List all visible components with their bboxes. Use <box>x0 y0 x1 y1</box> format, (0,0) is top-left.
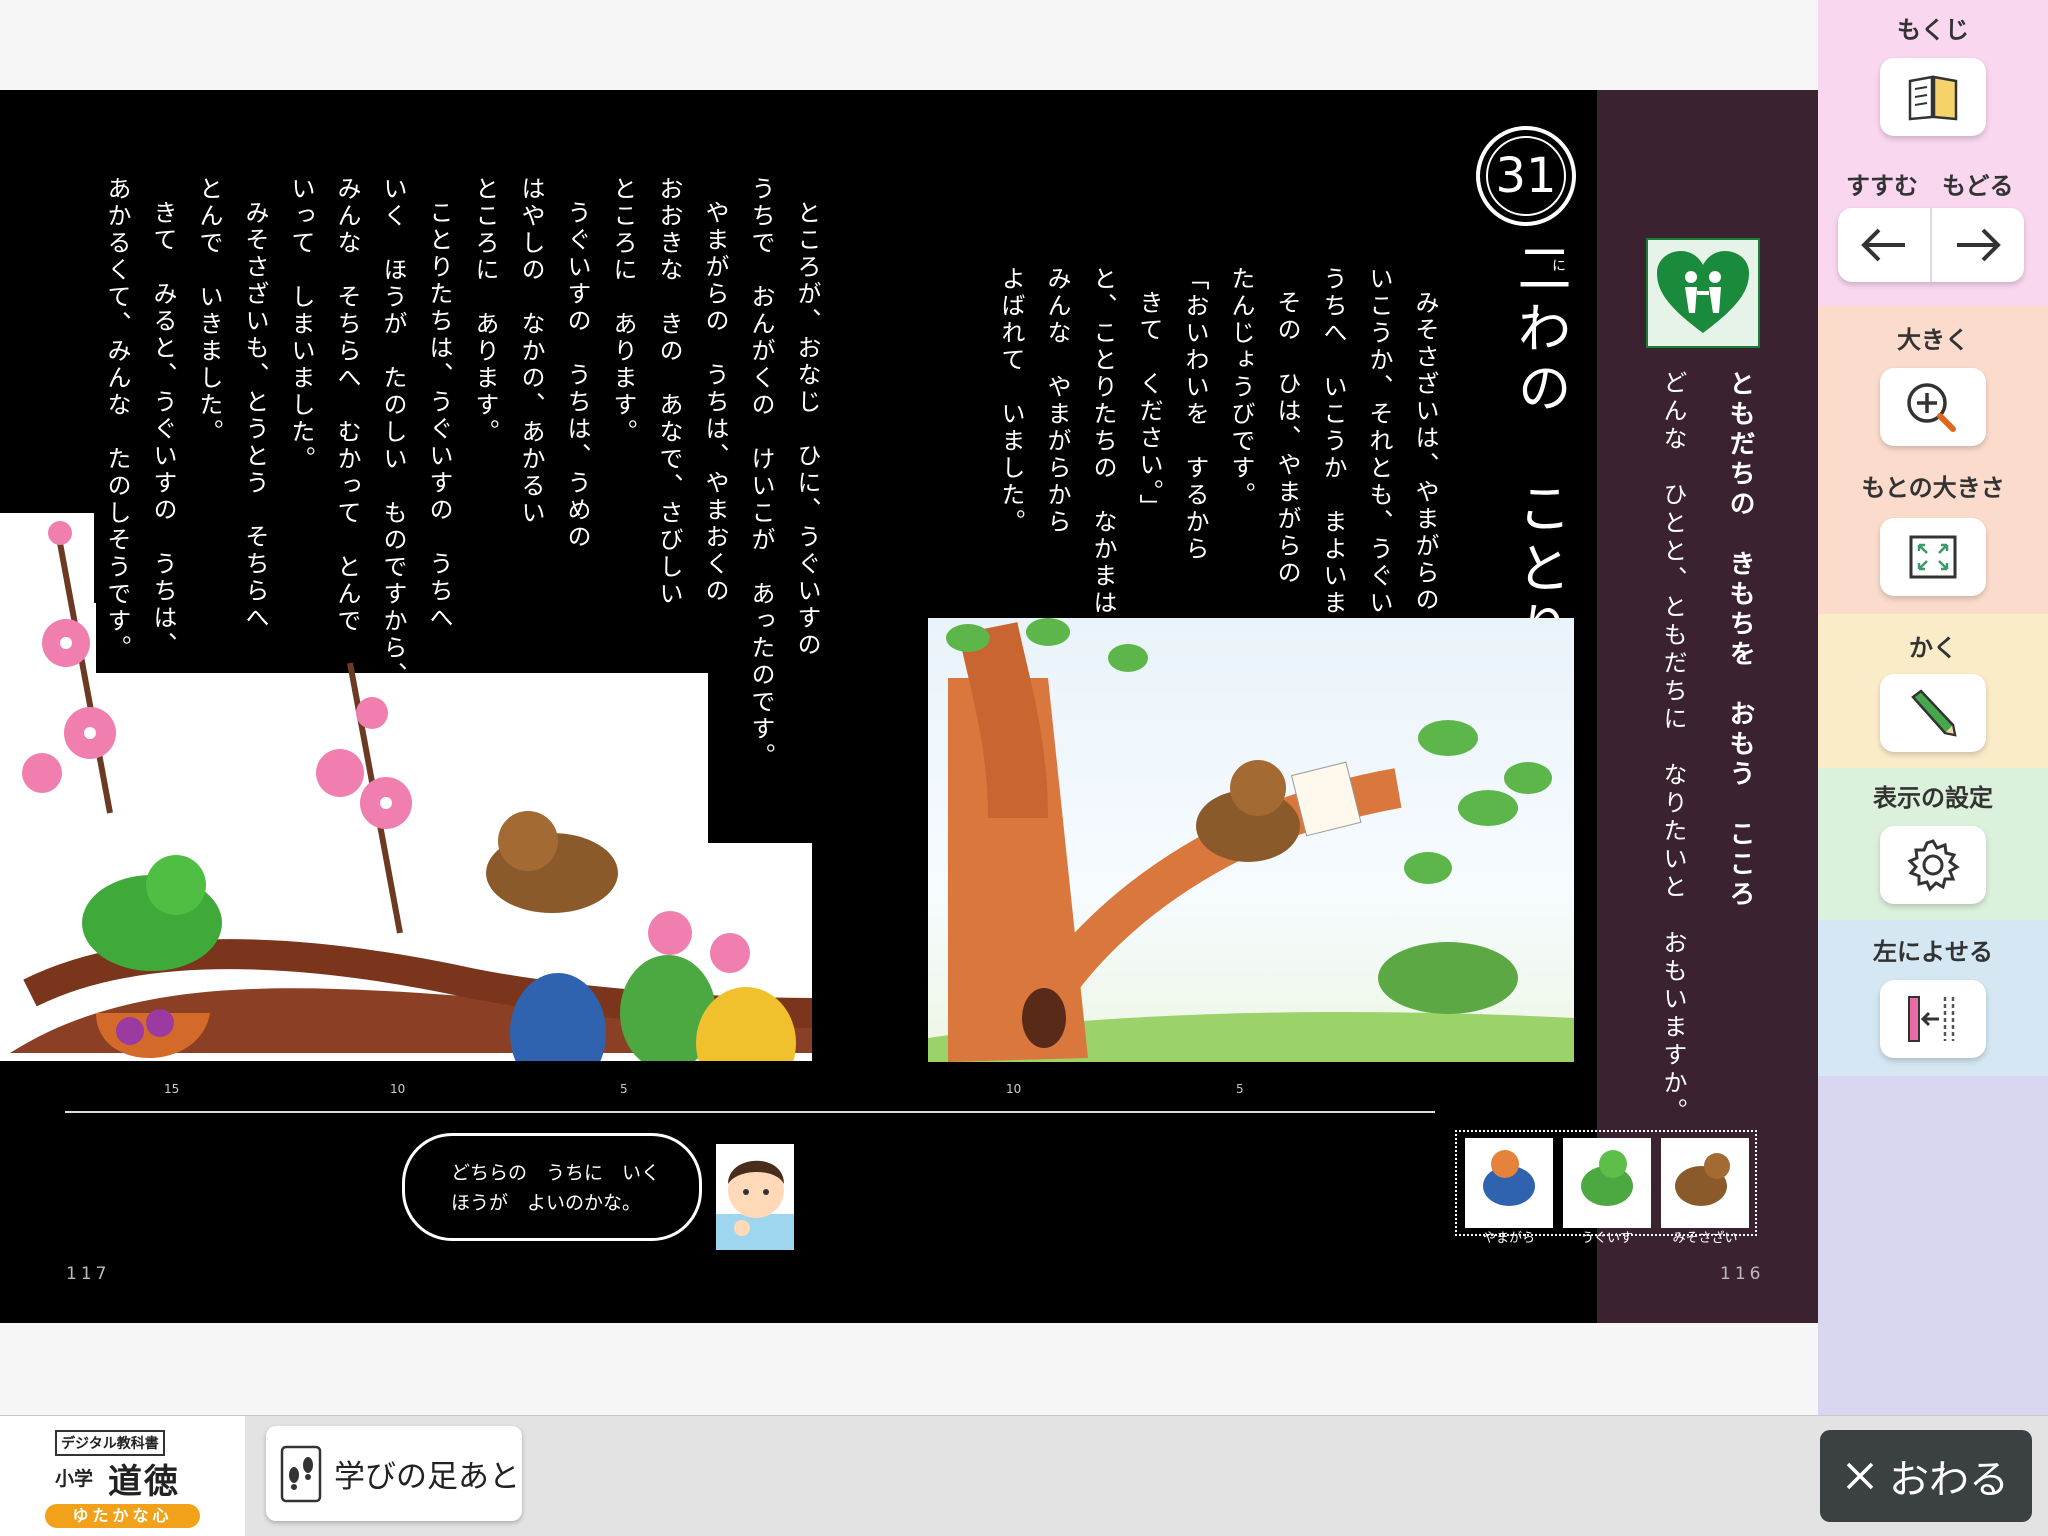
text-line: みんな やまがらから <box>1043 266 1071 536</box>
lesson-title-furigana: に <box>1550 258 1566 275</box>
character-card: みそさざい <box>1661 1138 1749 1246</box>
text-line: その ひは、やまがらの <box>1273 290 1301 587</box>
original-size-button[interactable] <box>1880 518 1986 596</box>
forward-label: すすむ <box>1846 172 1918 200</box>
character-lineup: やまがら うぐいす みそさざい <box>1455 1130 1757 1246</box>
lesson-theme: ともだちの きもちを おもう こころ <box>1725 370 1755 910</box>
textbook-spread: 31 二わの ことり に ともだちの きもちを おもう こころ どんな ひとと、… <box>0 90 1818 1323</box>
footprints-label: 学びの足あと <box>334 1459 520 1495</box>
character-card: やまがら <box>1465 1138 1553 1246</box>
toolbar-filler <box>1818 1076 2048 1415</box>
toc-nav-section: もくじ すすむ もどる <box>1818 0 2048 306</box>
display-settings-button[interactable] <box>1880 826 1986 904</box>
lesson-number: 31 <box>1495 148 1557 204</box>
text-line: と、ことりたちの なかまは <box>1089 266 1117 617</box>
close-button[interactable]: おわる <box>1820 1430 2032 1522</box>
right-toolbar: もくじ すすむ もどる 大きく もとの大きさ かく 表示の設定 左によせる <box>1818 0 2048 1415</box>
zoom-section: 大きく もとの大きさ <box>1818 306 2048 614</box>
toc-label: もくじ <box>1897 16 1969 44</box>
text-line: いって しまいました。 <box>287 176 315 473</box>
close-icon <box>1846 1462 1874 1490</box>
draw-button[interactable] <box>1880 674 1986 752</box>
page-nav-buttons <box>1838 208 2024 282</box>
display-settings-label: 表示の設定 <box>1873 784 1993 812</box>
forward-button[interactable] <box>1838 208 1932 282</box>
learning-footprints-button[interactable]: 学びの足あと <box>266 1426 522 1521</box>
text-line: ところに あります。 <box>609 176 637 446</box>
align-left-label: 左によせる <box>1873 938 1993 966</box>
zoom-in-button[interactable] <box>1880 368 1986 446</box>
logo-grade: 小学 <box>55 1468 94 1490</box>
text-line: とんで いきました。 <box>195 176 223 446</box>
speech-bubble: どちらの うちに いく ほうが よいのかな。 <box>402 1133 702 1241</box>
line-number: 5 <box>620 1082 628 1096</box>
line-number: 5 <box>1236 1082 1244 1096</box>
back-label: もどる <box>1942 172 2014 200</box>
yamagara-bird-icon <box>1483 1150 1535 1206</box>
character-card: うぐいす <box>1563 1138 1651 1246</box>
fit-screen-icon <box>1909 535 1957 579</box>
text-line: はやしの なかの、あかるい <box>517 176 545 527</box>
text-line: よばれて いました。 <box>997 266 1025 536</box>
speech-bubble-line: ほうが よいのかな。 <box>451 1192 642 1214</box>
logo-subject: 道徳 <box>108 1462 180 1502</box>
text-line: たんじょうびです。 <box>1227 266 1255 509</box>
display-settings-section: 表示の設定 <box>1818 768 2048 920</box>
text-line: きて ください。」 <box>1135 290 1163 521</box>
uguisu-bird-icon <box>1581 1150 1633 1206</box>
thinking-boy-illustration <box>716 1144 794 1250</box>
close-label: おわる <box>1889 1457 2009 1503</box>
line-number: 10 <box>390 1082 406 1096</box>
align-left-section: 左によせる <box>1818 920 2048 1076</box>
page-number-right: 116 <box>1720 1264 1765 1284</box>
align-left-icon <box>1908 996 1955 1042</box>
app-logo: デジタル教科書 小学 道徳 ゆたかな心 <box>0 1416 245 1536</box>
text-line: ところに あります。 <box>471 176 499 446</box>
book-icon <box>1908 75 1958 121</box>
bottom-bar: デジタル教科書 小学 道徳 ゆたかな心 学びの足あと おわる <box>0 1415 2048 1536</box>
logo-tag: デジタル教科書 <box>55 1430 165 1456</box>
line-number: 15 <box>164 1082 180 1096</box>
text-line: 「おいわいを するから <box>1181 266 1209 563</box>
magnifier-plus-icon <box>1907 383 1956 432</box>
tree-letter-illustration <box>928 618 1574 1062</box>
friendship-heart-icon <box>1646 238 1760 348</box>
gear-icon <box>1907 839 1960 892</box>
original-size-label: もとの大きさ <box>1861 474 2005 502</box>
character-name: やまがら <box>1482 1231 1535 1246</box>
lesson-question: どんな ひとと、ともだちに なりたいと おもいますか。 <box>1659 370 1687 1126</box>
character-name: うぐいす <box>1580 1231 1633 1246</box>
plum-branch-illustration <box>0 513 813 1099</box>
text-line: うぐいすの うちは、うめの <box>563 200 591 551</box>
logo-subtitle: ゆたかな心 <box>45 1504 200 1528</box>
lesson-number-badge: 31 <box>1476 126 1576 226</box>
speech-bubble-line: どちらの うちに いく <box>451 1162 661 1184</box>
draw-label: かく <box>1909 634 1957 662</box>
app-root: 31 二わの ことり に ともだちの きもちを おもう こころ どんな ひとと、… <box>0 0 2048 1536</box>
misosazai-bird-icon <box>1675 1153 1730 1206</box>
pencil-icon <box>1911 689 1957 737</box>
lesson-title: 二わの ことり <box>1508 240 1571 660</box>
toc-button[interactable] <box>1880 58 1986 136</box>
page-divider-line <box>65 1111 1435 1113</box>
footprints-icon <box>280 1445 322 1502</box>
page-number-left: 117 <box>66 1264 111 1284</box>
arrow-right-icon <box>1957 228 2001 262</box>
text-line: いこうか、それとも、うぐいすの <box>1365 266 1393 671</box>
draw-section: かく <box>1818 614 2048 768</box>
align-left-button[interactable] <box>1880 980 1986 1058</box>
line-number: 10 <box>1006 1082 1022 1096</box>
character-name: みそさざい <box>1672 1231 1738 1246</box>
arrow-left-icon <box>1861 228 1905 262</box>
back-button[interactable] <box>1932 208 2024 282</box>
zoom-in-label: 大きく <box>1897 326 1969 354</box>
